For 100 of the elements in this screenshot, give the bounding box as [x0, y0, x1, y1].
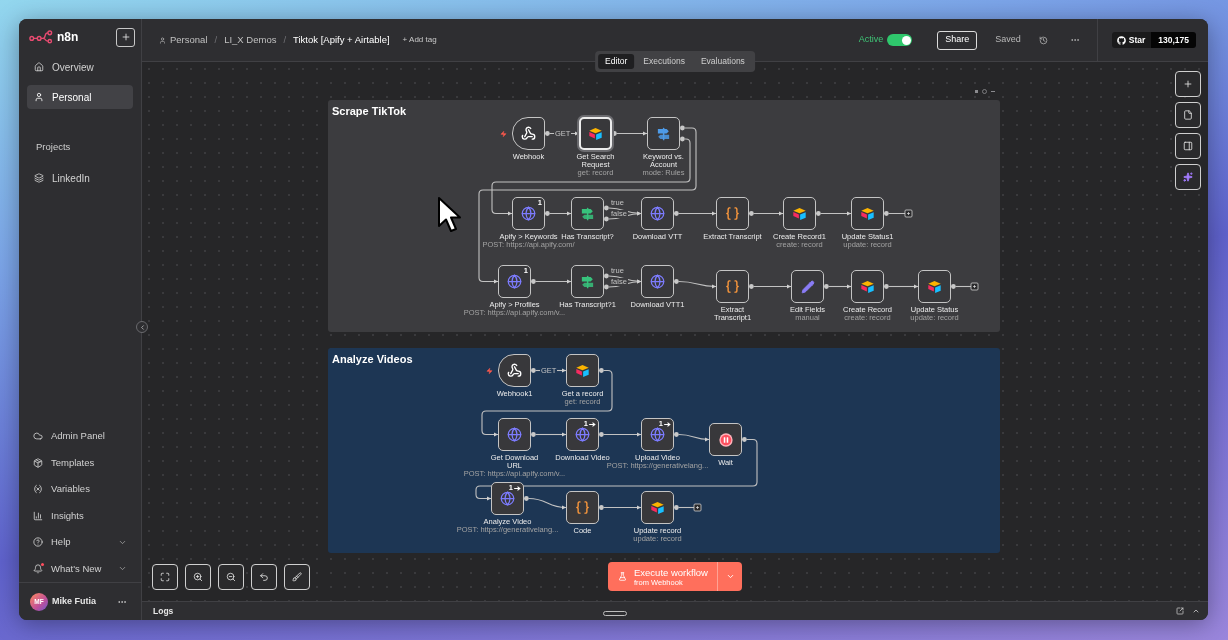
sticky-note[interactable]: [328, 100, 1000, 332]
breadcrumb-link[interactable]: LI_X Demos: [224, 32, 277, 48]
plus-icon: [1183, 79, 1193, 89]
globe-icon: [507, 427, 522, 442]
output-handle[interactable]: [674, 279, 679, 284]
workflow-node[interactable]: [709, 423, 742, 456]
output-handle[interactable]: [531, 368, 536, 373]
workflow-node[interactable]: [566, 354, 599, 387]
variable-icon: [33, 484, 43, 495]
workflow-node[interactable]: [851, 270, 884, 303]
output-handle[interactable]: [674, 211, 679, 216]
workflow-node[interactable]: [566, 491, 599, 524]
share-button[interactable]: Share: [937, 30, 978, 50]
globe-icon: [650, 274, 665, 289]
sidebar-item[interactable]: Personal: [27, 85, 133, 109]
sidebar-item[interactable]: Templates: [27, 449, 133, 476]
output-handle[interactable]: [531, 432, 536, 437]
workflow-node[interactable]: [851, 197, 884, 230]
sticky-note-button[interactable]: [1175, 102, 1201, 128]
new-button[interactable]: [116, 27, 135, 47]
pop-out-icon[interactable]: [1176, 607, 1184, 615]
add-node-button[interactable]: [970, 282, 979, 291]
output-handle[interactable]: [884, 284, 889, 289]
signpost-icon: [580, 274, 595, 289]
expand-icon: [160, 572, 170, 582]
sidebar-item[interactable]: What's New: [27, 555, 133, 582]
workflow-node[interactable]: [647, 117, 680, 150]
add-node-button[interactable]: [904, 209, 913, 218]
workflow-node[interactable]: [791, 270, 824, 303]
output-handle[interactable]: [742, 437, 747, 442]
workflow-node[interactable]: [716, 270, 749, 303]
lightning-icon: [486, 366, 493, 375]
output-handle[interactable]: [951, 284, 956, 289]
star-button[interactable]: Star: [1111, 32, 1152, 48]
output-handle[interactable]: [749, 284, 754, 289]
panel-icon: [1183, 141, 1193, 151]
output-handle[interactable]: [824, 284, 829, 289]
layers-icon: [34, 173, 44, 183]
output-handle[interactable]: [545, 211, 550, 216]
workflow-node[interactable]: [641, 197, 674, 230]
active-label: Active: [858, 33, 884, 47]
workflow-node[interactable]: [641, 265, 674, 298]
sidebar-item[interactable]: Help: [27, 529, 133, 556]
workflow-node[interactable]: [918, 270, 951, 303]
workflow-node[interactable]: [571, 265, 604, 298]
workflow-node[interactable]: [512, 117, 545, 150]
workflow-node[interactable]: [571, 197, 604, 230]
workflow-name[interactable]: Tiktok [Apify + Airtable]: [293, 32, 390, 48]
add-node-button[interactable]: [693, 503, 702, 512]
bell-icon: [33, 563, 43, 574]
sidebar-item[interactable]: Variables: [27, 476, 133, 503]
output-handle[interactable]: [599, 505, 604, 510]
sticky-note-title: Scrape TikTok: [332, 105, 407, 118]
panel-button[interactable]: [1175, 133, 1201, 159]
breadcrumb-link[interactable]: Personal: [170, 32, 208, 48]
zoom-in-icon: [193, 572, 203, 582]
history-icon[interactable]: [1038, 35, 1048, 45]
view-tab[interactable]: Editor: [598, 54, 635, 69]
output-handle[interactable]: [599, 368, 604, 373]
output-handle[interactable]: [531, 279, 536, 284]
resize-handle[interactable]: [603, 611, 627, 616]
view-tab[interactable]: Executions: [636, 54, 692, 69]
sidebar-item[interactable]: Overview: [27, 55, 133, 79]
user-icon: [34, 92, 44, 102]
view-tab[interactable]: Evaluations: [693, 54, 752, 69]
tidy-up-button[interactable]: [284, 564, 310, 590]
zoom-out-button[interactable]: [218, 564, 244, 590]
connection-line: [753, 211, 784, 216]
globe-icon: [650, 427, 665, 442]
sticky-note-title: Analyze Videos: [332, 353, 413, 366]
workflow-node[interactable]: [498, 418, 531, 451]
ai-assistant-button[interactable]: [1175, 164, 1201, 190]
workflow-node[interactable]: [641, 491, 674, 524]
sidebar-item[interactable]: Insights: [27, 502, 133, 529]
add-node-button[interactable]: [1175, 71, 1201, 97]
output-handle[interactable]: [674, 505, 679, 510]
zoom-in-button[interactable]: [185, 564, 211, 590]
output-handle[interactable]: [524, 496, 529, 501]
project-item[interactable]: LinkedIn: [27, 166, 133, 190]
workflow-node[interactable]: [498, 354, 531, 387]
sidebar-item[interactable]: Admin Panel: [27, 423, 133, 450]
output-handle[interactable]: [749, 211, 754, 216]
output-handle[interactable]: [884, 211, 889, 216]
add-tag-link[interactable]: + Add tag: [402, 34, 437, 46]
workflow-node[interactable]: [716, 197, 749, 230]
sticky-note[interactable]: [328, 348, 1000, 553]
chevron-up-icon[interactable]: [1192, 607, 1200, 615]
globe-icon: [650, 206, 665, 221]
undo-icon: [259, 572, 269, 582]
output-handle[interactable]: [599, 432, 604, 437]
output-handle[interactable]: [816, 211, 821, 216]
square-icon: [975, 90, 978, 93]
output-handle[interactable]: [545, 131, 550, 136]
workflow-node[interactable]: [783, 197, 816, 230]
box-icon: [575, 364, 590, 377]
output-handle[interactable]: [674, 432, 679, 437]
fit-view-button[interactable]: [152, 564, 178, 590]
box-icon: [860, 207, 875, 220]
active-toggle[interactable]: [887, 34, 913, 46]
undo-button[interactable]: [251, 564, 277, 590]
